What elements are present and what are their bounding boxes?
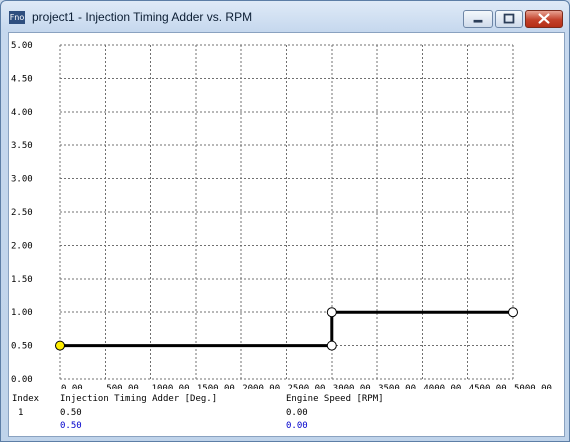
title-bar[interactable]: Fno project1 - Injection Timing Adder vs… (1, 1, 569, 33)
maximize-button[interactable] (495, 10, 523, 28)
adder-edit-field[interactable]: 0.50 (60, 421, 82, 432)
header-index: Index (12, 394, 40, 404)
header-speed: Engine Speed [RPM] (286, 394, 384, 404)
y-tick-label: 0.50 (11, 342, 33, 352)
y-tick-label: 4.50 (11, 74, 33, 84)
window-title: project1 - Injection Timing Adder vs. RP… (32, 10, 253, 24)
grid (59, 44, 514, 380)
header-adder: Injection Timing Adder [Deg.] (60, 394, 218, 404)
timing-chart[interactable]: 0.00 0.50 1.00 1.50 2.00 2.50 3.00 3.50 4.00 4.50… (9, 33, 564, 394)
chart-area: 0.00 0.50 1.00 1.50 2.00 2.50 3.00 3.50 4.00 4.50… (8, 32, 565, 437)
y-tick-label: 2.00 (11, 241, 33, 251)
y-tick-label: 1.00 (11, 308, 33, 318)
app-window: Fno project1 - Injection Timing Adder vs… (0, 0, 570, 442)
minimize-icon (473, 19, 483, 23)
speed-value: 0.00 (286, 408, 308, 418)
selected-data-point[interactable] (55, 340, 65, 351)
y-tick-label: 4.00 (11, 108, 33, 118)
data-panel: Index Injection Timing Adder [Deg.] Engi… (9, 389, 564, 436)
maximize-icon (503, 13, 515, 24)
y-tick-label: 3.50 (11, 141, 33, 151)
data-point[interactable] (326, 340, 337, 351)
y-tick-label: 0.00 (11, 375, 33, 385)
adder-value: 0.50 (60, 408, 82, 418)
minimize-button[interactable] (463, 10, 493, 28)
y-tick-label: 3.00 (11, 175, 33, 185)
close-icon (538, 13, 550, 24)
y-tick-label: 2.50 (11, 208, 33, 218)
app-icon[interactable]: Fno (9, 11, 25, 24)
y-tick-label: 1.50 (11, 275, 33, 285)
close-button[interactable] (525, 10, 563, 28)
y-tick-label: 5.00 (11, 41, 33, 51)
data-point[interactable] (508, 307, 518, 318)
y-tick-labels: 0.00 0.50 1.00 1.50 2.00 2.50 3.00 3.50 4.00 4.50… (11, 41, 33, 385)
row-index: 1 (18, 408, 24, 418)
speed-edit-field[interactable]: 0.00 (286, 421, 308, 432)
data-point[interactable] (326, 307, 337, 318)
